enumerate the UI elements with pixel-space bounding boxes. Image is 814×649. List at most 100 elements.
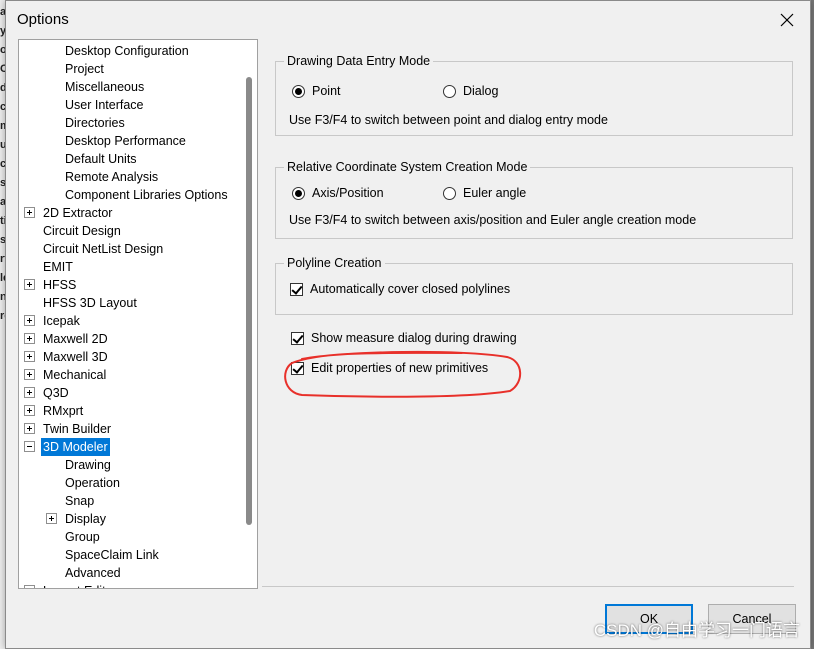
tree-item[interactable]: Advanced bbox=[63, 564, 123, 582]
tree-item[interactable]: Component Libraries Options bbox=[63, 186, 230, 204]
expand-plus-icon[interactable] bbox=[24, 585, 35, 588]
tree-item-label: Q3D bbox=[43, 386, 69, 400]
tree-item[interactable]: Remote Analysis bbox=[63, 168, 160, 186]
radio-point[interactable]: Point bbox=[292, 84, 341, 98]
relative-cs-group: Relative Coordinate System Creation Mode… bbox=[275, 159, 793, 239]
auto-cover-checkbox-row[interactable]: Automatically cover closed polylines bbox=[290, 282, 510, 296]
drawing-data-entry-title: Drawing Data Entry Mode bbox=[284, 53, 434, 69]
close-button[interactable] bbox=[764, 1, 810, 39]
tree-item-label: Layout Editor bbox=[41, 582, 119, 588]
tree-item-label: Directories bbox=[65, 116, 125, 130]
tree-item-label: Desktop Performance bbox=[65, 134, 186, 148]
tree-item[interactable]: Circuit NetList Design bbox=[41, 240, 165, 258]
tree-item-label: 2D Extractor bbox=[43, 206, 113, 220]
tree-item-label: Circuit Design bbox=[43, 224, 121, 238]
show-measure-checkbox[interactable] bbox=[291, 331, 304, 345]
radio-axis-position[interactable]: Axis/Position bbox=[292, 186, 384, 200]
tree-item-label: Mechanical bbox=[43, 368, 107, 382]
tree-item[interactable]: Project bbox=[63, 60, 106, 78]
radio-euler-angle-button[interactable] bbox=[443, 186, 456, 200]
expand-plus-icon[interactable] bbox=[24, 369, 35, 380]
settings-panel: Drawing Data Entry Mode Point Dialog Use… bbox=[262, 39, 808, 599]
options-tree[interactable]: Desktop Configuration Project Miscellaneou… bbox=[18, 39, 258, 589]
tree-item-label: RMxprt bbox=[43, 404, 84, 418]
tree-item[interactable]: Directories bbox=[63, 114, 127, 132]
tree-item[interactable]: Circuit Design bbox=[41, 222, 123, 240]
tree-item[interactable]: Desktop Performance bbox=[63, 132, 188, 150]
radio-axis-position-label: Axis/Position bbox=[312, 186, 384, 200]
tree-item-label: Icepak bbox=[43, 314, 80, 328]
relative-cs-hint: Use F3/F4 to switch between axis/positio… bbox=[289, 213, 697, 227]
expand-plus-icon[interactable] bbox=[24, 333, 35, 344]
tree-item-label: HFSS 3D Layout bbox=[43, 296, 137, 310]
tree-item-label: Circuit NetList Design bbox=[43, 242, 164, 256]
dialog-title: Options bbox=[17, 11, 69, 28]
expand-plus-icon[interactable] bbox=[24, 315, 35, 326]
radio-point-button[interactable] bbox=[292, 84, 305, 98]
expand-plus-icon[interactable] bbox=[24, 279, 35, 290]
tree-scrollbar-thumb[interactable] bbox=[246, 77, 252, 525]
tree-item[interactable]: Maxwell 3D bbox=[24, 348, 110, 366]
tree-item[interactable]: HFSS 3D Layout bbox=[41, 294, 139, 312]
radio-dialog-button[interactable] bbox=[443, 84, 456, 98]
tree-item[interactable]: Operation bbox=[63, 474, 122, 492]
edit-properties-checkbox-row[interactable]: Edit properties of new primitives bbox=[291, 361, 488, 375]
tree-item-label: Project bbox=[65, 62, 104, 76]
expand-plus-icon[interactable] bbox=[24, 351, 35, 362]
tree-item[interactable]: Miscellaneous bbox=[63, 78, 146, 96]
tree-item-label: Advanced bbox=[65, 566, 121, 580]
tree-scrollbar[interactable] bbox=[240, 40, 257, 588]
tree-item-label: Operation bbox=[65, 476, 120, 490]
tree-item[interactable]: Display bbox=[46, 510, 108, 528]
radio-euler-angle[interactable]: Euler angle bbox=[443, 186, 526, 200]
show-measure-label: Show measure dialog during drawing bbox=[311, 331, 517, 345]
tree-item-label: Miscellaneous bbox=[65, 80, 145, 94]
button-separator bbox=[262, 586, 794, 587]
radio-euler-angle-label: Euler angle bbox=[463, 186, 527, 200]
tree-item[interactable]: Mechanical bbox=[24, 366, 108, 384]
expand-plus-icon[interactable] bbox=[24, 423, 35, 434]
tree-item-label: Snap bbox=[65, 494, 95, 508]
tree-item[interactable]: Icepak bbox=[24, 312, 82, 330]
radio-dialog[interactable]: Dialog bbox=[443, 84, 498, 98]
tree-item[interactable]: Desktop Configuration bbox=[63, 42, 191, 60]
tree-item-label: Desktop Configuration bbox=[65, 44, 189, 58]
tree-item[interactable]: Twin Builder bbox=[24, 420, 113, 438]
collapse-minus-icon[interactable] bbox=[24, 441, 35, 452]
close-icon bbox=[780, 13, 794, 27]
tree-item[interactable]: RMxprt bbox=[24, 402, 85, 420]
auto-cover-checkbox[interactable] bbox=[290, 282, 303, 296]
tree-item[interactable]: Layout Editor bbox=[24, 582, 119, 588]
tree-item[interactable]: Q3D bbox=[24, 384, 71, 402]
tree-item[interactable]: Default Units bbox=[63, 150, 139, 168]
tree-item[interactable]: HFSS bbox=[24, 276, 78, 294]
expand-plus-icon[interactable] bbox=[24, 207, 35, 218]
tree-item-label: Component Libraries Options bbox=[65, 188, 228, 202]
tree-item[interactable]: Maxwell 2D bbox=[24, 330, 110, 348]
edit-properties-checkbox[interactable] bbox=[291, 361, 304, 375]
tree-item-label: Maxwell 2D bbox=[43, 332, 108, 346]
tree-item-label: Drawing bbox=[65, 458, 111, 472]
edit-properties-label: Edit properties of new primitives bbox=[311, 361, 489, 375]
tree-item[interactable]: Snap bbox=[63, 492, 96, 510]
watermark-text: CSDN @自由学习一门语言 bbox=[593, 621, 800, 640]
drawing-data-entry-group: Drawing Data Entry Mode Point Dialog Use… bbox=[275, 53, 793, 136]
tree-item[interactable]: 3D Modeler bbox=[24, 438, 110, 456]
show-measure-checkbox-row[interactable]: Show measure dialog during drawing bbox=[291, 331, 517, 345]
tree-item-label: Group bbox=[65, 530, 100, 544]
options-dialog: Options Desktop Configuration Project Misc… bbox=[5, 0, 811, 649]
expand-plus-icon[interactable] bbox=[24, 405, 35, 416]
tree-item[interactable]: 2D Extractor bbox=[24, 204, 114, 222]
expand-plus-icon[interactable] bbox=[24, 387, 35, 398]
tree-item[interactable]: Group bbox=[63, 528, 102, 546]
tree-item[interactable]: EMIT bbox=[41, 258, 75, 276]
tree-item[interactable]: User Interface bbox=[63, 96, 146, 114]
polyline-title: Polyline Creation bbox=[284, 255, 385, 271]
expand-plus-icon[interactable] bbox=[46, 513, 57, 524]
drawing-data-entry-hint: Use F3/F4 to switch between point and di… bbox=[289, 113, 608, 127]
tree-item[interactable]: Drawing bbox=[63, 456, 113, 474]
tree-item[interactable]: SpaceClaim Link bbox=[63, 546, 161, 564]
radio-axis-position-button[interactable] bbox=[292, 186, 305, 200]
tree-item-label: EMIT bbox=[43, 260, 73, 274]
auto-cover-label: Automatically cover closed polylines bbox=[310, 282, 511, 296]
